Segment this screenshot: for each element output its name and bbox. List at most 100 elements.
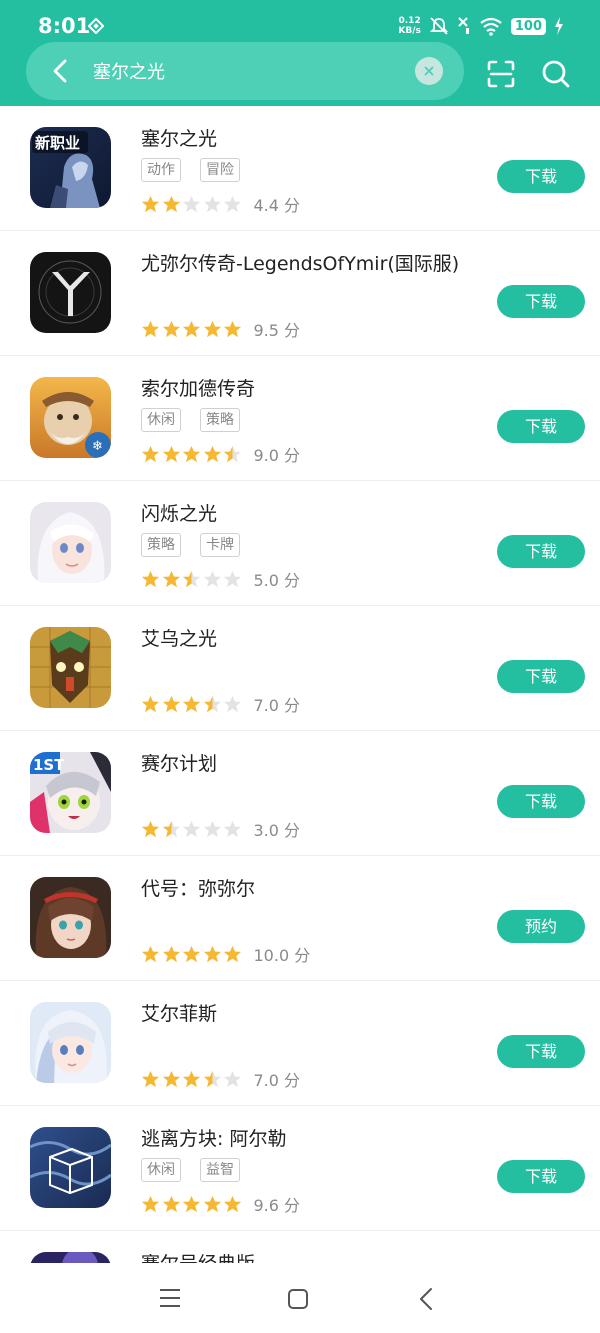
rating-score: 4.4 分 xyxy=(253,196,301,215)
star-full-icon xyxy=(162,320,180,337)
list-item[interactable]: 赛尔号经典版 xyxy=(0,1231,600,1263)
app-icon[interactable] xyxy=(30,1127,111,1208)
list-item[interactable]: 尤弥尔传奇-LegendsOfYmir(国际服) 9.5 分 下载 xyxy=(0,231,600,356)
app-icon[interactable] xyxy=(30,252,111,333)
star-full-icon xyxy=(203,1195,221,1212)
charging-icon xyxy=(555,17,563,35)
star-half-icon xyxy=(223,445,242,462)
star-full-icon xyxy=(182,1195,201,1212)
network-speed: 0.12 KB/s xyxy=(398,16,421,36)
app-icon[interactable] xyxy=(30,877,111,958)
star-half-icon xyxy=(203,695,221,712)
search-input[interactable] xyxy=(93,58,393,84)
home-icon[interactable] xyxy=(286,1287,310,1311)
star-empty-icon xyxy=(223,195,242,212)
rating: 9.6 分 xyxy=(141,1192,300,1216)
svg-text:❄: ❄ xyxy=(92,439,103,454)
star-full-icon xyxy=(182,445,201,462)
app-icon[interactable]: ❄ xyxy=(30,377,111,458)
download-button[interactable]: 下载 xyxy=(497,535,585,568)
svg-text:新职业: 新职业 xyxy=(35,134,80,152)
list-item[interactable]: 新职业 塞尔之光 动作 冒险 4.4 分 下载 xyxy=(0,106,600,231)
tag: 冒险 xyxy=(200,158,240,182)
star-full-icon xyxy=(182,1070,201,1087)
app-icon[interactable]: 新职业 xyxy=(30,127,111,208)
list-item[interactable]: 闪烁之光 策略 卡牌 5.0 分 下载 xyxy=(0,481,600,606)
star-full-icon xyxy=(162,1195,180,1212)
download-button[interactable]: 下载 xyxy=(497,785,585,818)
star-full-icon xyxy=(162,695,180,712)
star-empty-icon xyxy=(223,820,242,837)
no-signal-icon xyxy=(458,17,469,34)
list-item[interactable]: ❄ 索尔加德传奇 休闲 策略 9.0 分 下载 xyxy=(0,356,600,481)
rating-score: 5.0 分 xyxy=(253,571,301,590)
star-half-icon xyxy=(203,1070,221,1087)
star-full-icon xyxy=(141,195,160,212)
star-empty-icon xyxy=(182,820,201,837)
list-item[interactable]: 艾乌之光 7.0 分 下载 xyxy=(0,606,600,731)
rating-stars xyxy=(141,820,244,839)
star-empty-icon xyxy=(203,820,221,837)
rating-stars xyxy=(141,320,244,339)
list-item[interactable]: 代号：弥弥尔 10.0 分 预约 xyxy=(0,856,600,981)
star-half-icon xyxy=(182,570,201,587)
star-full-icon xyxy=(203,445,221,462)
back-arrow-icon[interactable] xyxy=(46,56,76,86)
tag: 动作 xyxy=(141,158,181,182)
scan-icon[interactable] xyxy=(485,58,517,90)
search-results-list: 新职业 塞尔之光 动作 冒险 4.4 分 下载 尤弥尔传奇-LegendsOfYm… xyxy=(0,106,600,1263)
rating: 9.0 分 xyxy=(141,442,300,466)
star-full-icon xyxy=(182,695,201,712)
list-item[interactable]: 逃离方块: 阿尔勒 休闲 益智 9.6 分 下载 xyxy=(0,1106,600,1231)
rating: 4.4 分 xyxy=(141,192,300,216)
star-empty-icon xyxy=(203,570,221,587)
app-name: 闪烁之光 xyxy=(141,503,218,525)
download-button[interactable]: 下载 xyxy=(497,660,585,693)
app-icon[interactable] xyxy=(30,1252,111,1263)
tag-list: 休闲 策略 xyxy=(141,408,240,432)
clear-search-button[interactable] xyxy=(415,57,443,85)
rating-score: 9.0 分 xyxy=(253,446,301,465)
app-icon[interactable] xyxy=(30,627,111,708)
download-button[interactable]: 下载 xyxy=(497,285,585,318)
app-icon[interactable] xyxy=(30,1002,111,1083)
download-button[interactable]: 下载 xyxy=(497,160,585,193)
star-full-icon xyxy=(203,945,221,962)
rating-stars xyxy=(141,1195,244,1214)
tag: 休闲 xyxy=(141,408,181,432)
rating: 3.0 分 xyxy=(141,817,300,841)
download-button[interactable]: 下载 xyxy=(497,410,585,443)
star-full-icon xyxy=(182,945,201,962)
star-full-icon xyxy=(141,1195,160,1212)
menu-icon[interactable] xyxy=(158,1287,182,1309)
app-name: 逃离方块: 阿尔勒 xyxy=(141,1128,287,1150)
download-button[interactable]: 下载 xyxy=(497,1035,585,1068)
rating-score: 10.0 分 xyxy=(253,946,311,965)
list-item[interactable]: 艾尔菲斯 7.0 分 下载 xyxy=(0,981,600,1106)
rating-score: 3.0 分 xyxy=(253,821,301,840)
rating-stars xyxy=(141,1070,244,1089)
list-item[interactable]: 1ST 赛尔计划 3.0 分 下载 xyxy=(0,731,600,856)
app-name: 代号：弥弥尔 xyxy=(141,878,256,900)
app-name: 索尔加德传奇 xyxy=(141,378,256,400)
system-navigation-bar xyxy=(0,1263,600,1333)
rating-stars xyxy=(141,695,244,714)
tag-list: 休闲 益智 xyxy=(141,1158,240,1182)
star-full-icon xyxy=(223,320,242,337)
top-header: 8:01 0.12 KB/s 100 xyxy=(0,0,600,106)
star-full-icon xyxy=(162,945,180,962)
rating-stars xyxy=(141,570,244,589)
wifi-icon xyxy=(480,17,502,36)
back-icon[interactable] xyxy=(416,1286,436,1312)
star-full-icon xyxy=(141,1070,160,1087)
search-icon[interactable] xyxy=(540,58,572,90)
rating-score: 7.0 分 xyxy=(253,1071,301,1090)
app-icon[interactable]: 1ST xyxy=(30,752,111,833)
app-icon[interactable] xyxy=(30,502,111,583)
star-empty-icon xyxy=(223,695,242,712)
download-button[interactable]: 下载 xyxy=(497,1160,585,1193)
reserve-button[interactable]: 预约 xyxy=(497,910,585,943)
star-full-icon xyxy=(162,195,180,212)
star-full-icon xyxy=(141,695,160,712)
tag: 卡牌 xyxy=(200,533,240,557)
